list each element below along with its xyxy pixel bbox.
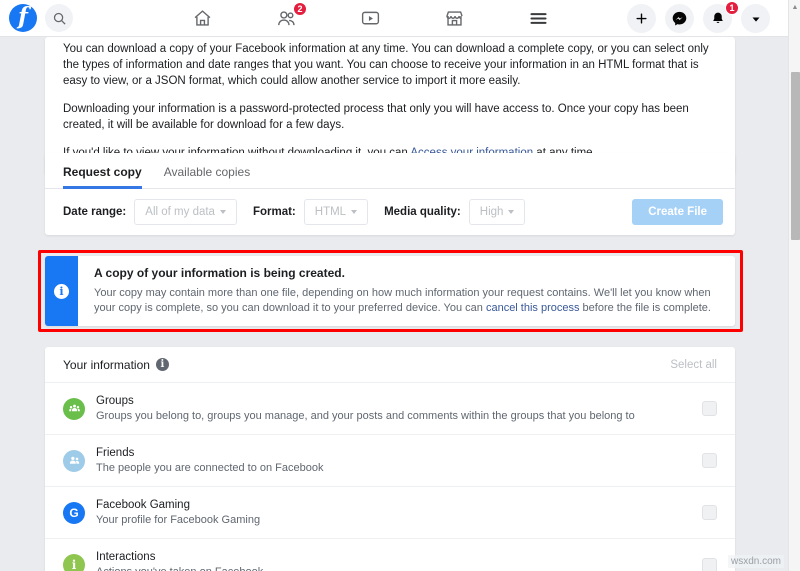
settings-content-area: You can download a copy of your Facebook… (0, 37, 788, 571)
your-information-card: Your information i Select all Groups Gro… (45, 347, 735, 571)
create-file-button[interactable]: Create File (632, 199, 723, 225)
search-icon[interactable] (45, 4, 73, 32)
scrollbar-up-arrow[interactable]: ▲ (791, 4, 799, 12)
list-item[interactable]: Friends The people you are connected to … (45, 435, 735, 487)
watch-icon[interactable] (356, 5, 384, 33)
list-item-text: Facebook Gaming Your profile for Faceboo… (96, 498, 702, 528)
hamburger-menu-icon[interactable] (524, 5, 552, 33)
gaming-icon: G (63, 501, 85, 524)
request-tabs: Request copy Available copies (45, 153, 735, 189)
marketplace-icon[interactable] (440, 5, 468, 33)
list-item-subtitle: The people you are connected to on Faceb… (96, 461, 324, 474)
your-information-header: Your information i Select all (45, 347, 735, 383)
red-highlight-annotation (38, 250, 743, 332)
request-controls-row: Date range: All of my data Format: HTML … (45, 189, 735, 235)
messenger-icon[interactable] (665, 4, 694, 33)
bell-icon[interactable]: 1 (703, 1, 739, 33)
plus-icon[interactable] (627, 4, 656, 33)
request-copy-card: Request copy Available copies Date range… (45, 153, 735, 235)
chevron-down-icon[interactable] (741, 4, 770, 33)
list-item-title: Interactions (96, 551, 156, 563)
list-item[interactable]: Groups Groups you belong to, groups you … (45, 383, 735, 435)
list-item-text: Groups Groups you belong to, groups you … (96, 394, 702, 424)
format-value: HTML (314, 206, 347, 218)
list-item-text: Friends The people you are connected to … (96, 446, 702, 476)
list-item[interactable]: i Interactions Actions you've taken on F… (45, 539, 735, 571)
date-range-value: All of my data (145, 206, 215, 218)
your-information-title: Your information (63, 357, 150, 372)
list-item-title: Friends (96, 446, 135, 459)
list-item-checkbox[interactable] (702, 505, 717, 520)
interactions-icon: i (63, 554, 85, 571)
intro-paragraph-2: Downloading your information is a passwo… (63, 103, 689, 131)
date-range-select[interactable]: All of my data (134, 199, 237, 225)
scrollbar-thumb[interactable] (791, 72, 800, 240)
friends-icon (63, 449, 85, 472)
list-item-text: Interactions Actions you've taken on Fac… (96, 550, 702, 571)
select-all-button[interactable]: Select all (670, 359, 717, 371)
chevron-down-icon (219, 210, 226, 214)
header-actions-group: 1 (627, 0, 770, 37)
tab-available-copies[interactable]: Available copies (164, 153, 251, 189)
facebook-logo-icon[interactable]: f (9, 4, 37, 32)
friends-badge: 2 (293, 1, 307, 16)
home-icon[interactable] (188, 5, 216, 33)
info-icon[interactable]: i (155, 358, 169, 371)
format-select[interactable]: HTML (303, 199, 369, 225)
list-item-title: Facebook Gaming (96, 498, 190, 511)
chevron-down-icon (351, 210, 358, 214)
format-label: Format: (252, 206, 296, 218)
facebook-download-information-page: f 2 1 ▲ You can download a copy of your … (0, 0, 800, 571)
list-item[interactable]: G Facebook Gaming Your profile for Faceb… (45, 487, 735, 539)
groups-icon (63, 397, 85, 420)
list-item-subtitle: Groups you belong to, groups you manage,… (96, 409, 635, 422)
list-item-subtitle: Actions you've taken on Facebook (96, 565, 702, 571)
list-item-checkbox[interactable] (702, 453, 717, 468)
header-nav-group: 2 (188, 0, 552, 37)
list-item-title: Groups (96, 394, 134, 407)
list-item-checkbox[interactable] (702, 557, 717, 571)
facebook-top-navigation-bar: f 2 1 (0, 0, 788, 37)
header-left-group: f (0, 4, 73, 32)
list-item-checkbox[interactable] (702, 401, 717, 416)
chevron-down-icon (508, 210, 515, 214)
tab-request-copy[interactable]: Request copy (63, 153, 142, 189)
watermark: wsxdn.com (727, 555, 784, 568)
media-quality-select[interactable]: High (468, 199, 526, 225)
list-item-subtitle: Your profile for Facebook Gaming (96, 513, 261, 526)
intro-paragraph-1: You can download a copy of your Facebook… (63, 43, 709, 87)
date-range-label: Date range: (63, 206, 127, 218)
media-quality-value: High (479, 206, 504, 218)
page-scrollbar[interactable]: ▲ (788, 0, 800, 571)
friends-icon[interactable]: 2 (272, 1, 307, 33)
media-quality-label: Media quality: (384, 206, 461, 218)
notifications-badge: 1 (725, 1, 739, 15)
